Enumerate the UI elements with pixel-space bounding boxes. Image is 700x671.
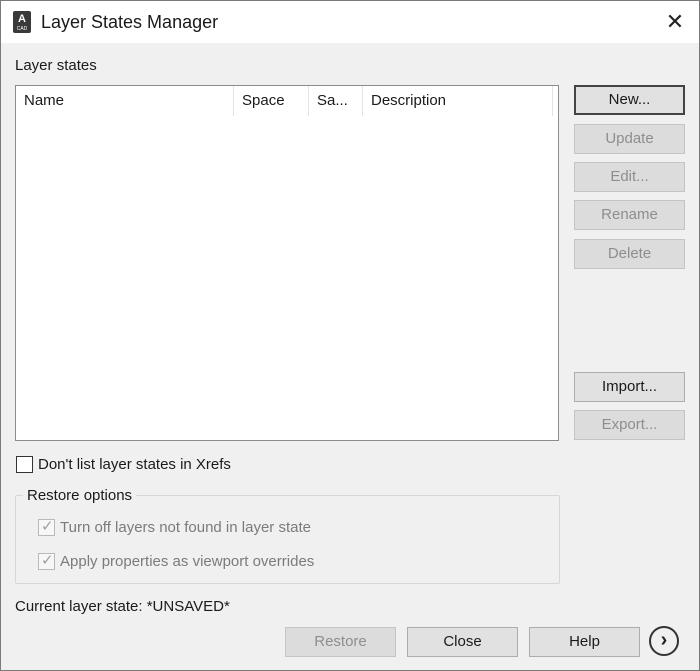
more-options-chevron-icon[interactable]: › (649, 626, 679, 656)
turn-off-layers-label[interactable]: Turn off layers not found in layer state (60, 519, 311, 536)
column-header-space[interactable]: Space (234, 86, 309, 116)
apply-properties-label[interactable]: Apply properties as viewport overrides (60, 553, 314, 570)
current-layer-state-text: Current layer state: *UNSAVED* (15, 598, 230, 615)
close-button[interactable]: Close (407, 627, 518, 657)
check-icon: ✓ (41, 552, 54, 569)
new-button[interactable]: New... (574, 85, 685, 115)
title-bar: A CAD Layer States Manager ✕ (1, 1, 699, 43)
apply-properties-checkbox[interactable]: ✓ (38, 552, 55, 570)
check-icon: ✓ (41, 518, 54, 535)
app-icon-sub-label: CAD (16, 26, 28, 32)
layer-states-list[interactable]: Name Space Sa... Description (15, 85, 559, 441)
autocad-app-icon: A CAD (13, 11, 31, 33)
delete-button[interactable]: Delete (574, 239, 685, 269)
restore-button[interactable]: Restore (285, 627, 396, 657)
restore-options-group (15, 495, 560, 584)
turn-off-layers-checkbox[interactable]: ✓ (38, 518, 55, 536)
layer-states-label: Layer states (15, 57, 97, 74)
column-header-saved[interactable]: Sa... (309, 86, 363, 116)
column-header-description[interactable]: Description (363, 86, 553, 116)
window-title: Layer States Manager (41, 12, 219, 32)
export-button[interactable]: Export... (574, 410, 685, 440)
import-button[interactable]: Import... (574, 372, 685, 402)
close-icon[interactable]: ✕ (655, 7, 695, 37)
dont-list-xrefs-checkbox[interactable] (16, 456, 33, 473)
help-button[interactable]: Help (529, 627, 640, 657)
layer-states-manager-dialog: A CAD Layer States Manager ✕ Layer state… (0, 0, 700, 671)
rename-button[interactable]: Rename (574, 200, 685, 230)
app-icon-letter: A (18, 13, 26, 25)
dont-list-xrefs-label[interactable]: Don't list layer states in Xrefs (38, 456, 231, 473)
restore-options-legend: Restore options (23, 487, 137, 504)
column-header-name[interactable]: Name (16, 86, 234, 116)
update-button[interactable]: Update (574, 124, 685, 154)
edit-button[interactable]: Edit... (574, 162, 685, 192)
